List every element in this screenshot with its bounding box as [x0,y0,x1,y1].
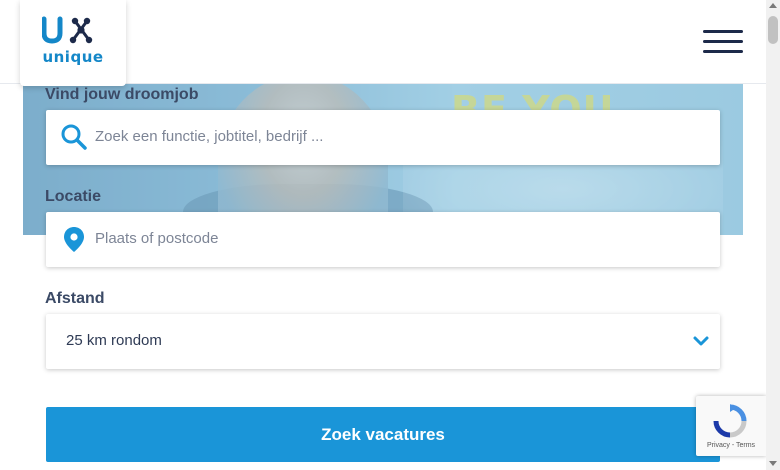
unique-logo-icon [42,16,93,44]
location-label: Locatie [45,188,102,205]
recaptcha-links[interactable]: Privacy - Terms [696,442,766,449]
location-placeholder: Plaats of postcode [95,230,219,247]
logo-wordmark: unique [42,48,104,66]
job-search-input[interactable]: Zoek een functie, jobtitel, bedrijf ... [46,110,720,165]
hamburger-menu-icon[interactable] [703,30,743,54]
page: BE YOU unique Vind jouw droomjob [0,0,780,470]
site-header: unique [0,0,766,86]
job-search-placeholder: Zoek een functie, jobtitel, bedrijf ... [95,128,324,145]
menu-bar [703,50,743,53]
scrollbar-thumb[interactable] [768,16,778,44]
recaptcha-badge[interactable]: Privacy - Terms [696,396,766,456]
scroll-down-arrow-icon[interactable] [769,461,777,466]
distance-label: Afstand [45,290,105,307]
recaptcha-icon [713,404,747,438]
menu-bar [703,40,743,43]
page-scrollbar[interactable] [766,0,780,470]
search-vacancies-button[interactable]: Zoek vacatures [46,407,720,462]
chevron-down-icon [693,336,709,346]
location-pin-icon [64,227,84,252]
job-search-label: Vind jouw droomjob [45,86,199,103]
scroll-up-arrow-icon[interactable] [769,3,777,8]
distance-selected-value: 25 km rondom [66,332,162,349]
search-icon [61,124,87,150]
location-input[interactable]: Plaats of postcode [46,212,720,267]
logo-link[interactable]: unique [20,0,126,86]
menu-bar [703,30,743,33]
distance-select[interactable]: 25 km rondom [46,314,720,369]
